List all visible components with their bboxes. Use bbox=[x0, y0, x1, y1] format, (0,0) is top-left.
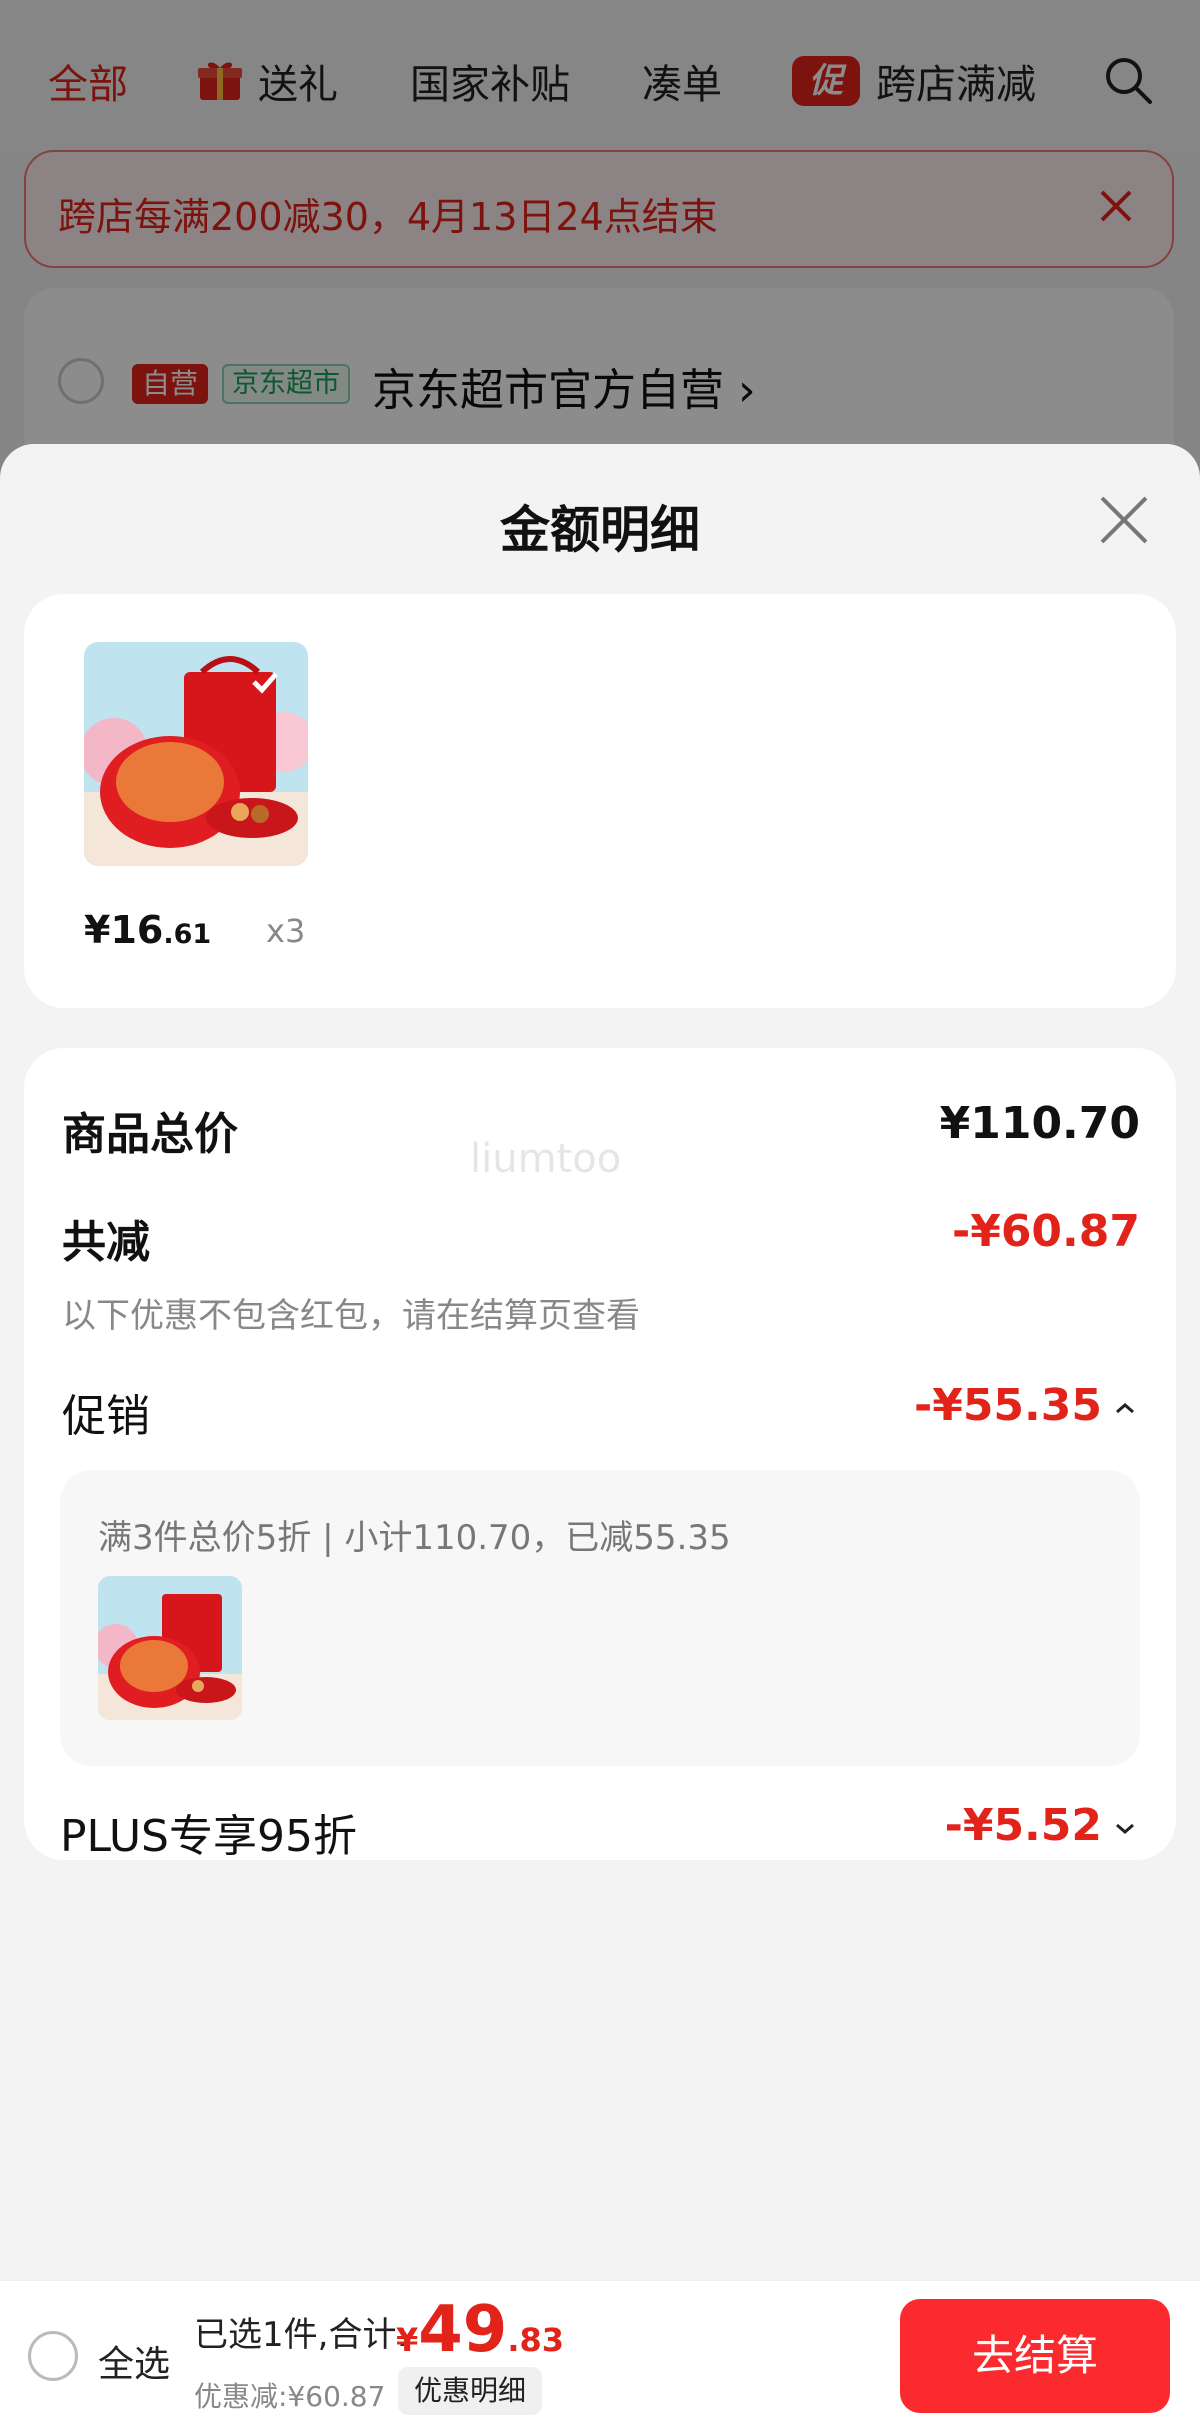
product-quantity: x3 bbox=[266, 912, 306, 950]
sheet-title: 金额明细 bbox=[500, 501, 700, 559]
red-packet-note: 以下优惠不包含红包，请在结算页查看 bbox=[62, 1296, 640, 1336]
discount-summary: 优惠减:¥60.87 bbox=[194, 2380, 386, 2413]
product-card: ¥16.61 x3 bbox=[24, 594, 1176, 1008]
total-price-value: ¥110.70 bbox=[939, 1098, 1140, 1149]
promotion-detail-text: 满3件总价5折 | 小计110.70，已减55.35 bbox=[98, 1518, 731, 1558]
total-reduced-label: 共减 bbox=[62, 1217, 150, 1268]
total-price-label: 商品总价 bbox=[62, 1109, 238, 1160]
promotion-product-image bbox=[98, 1576, 242, 1720]
product-image[interactable] bbox=[84, 642, 308, 866]
select-all-checkbox[interactable] bbox=[28, 2331, 78, 2381]
promotion-toggle[interactable]: -¥55.35 bbox=[914, 1380, 1136, 1431]
promotion-value: -¥55.35 bbox=[913, 1380, 1102, 1431]
checkout-bar: 全选 已选1件,合计: ¥49.83 优惠减:¥60.87 优惠明细 去结算 bbox=[0, 2280, 1200, 2431]
select-all-label[interactable]: 全选 bbox=[98, 2335, 170, 2387]
chevron-up-icon bbox=[1116, 1403, 1134, 1414]
promotion-detail-box: 满3件总价5折 | 小计110.70，已减55.35 bbox=[60, 1470, 1140, 1766]
discount-detail-button[interactable]: 优惠明细 bbox=[398, 2367, 543, 2415]
plus-discount-value: -¥5.52 bbox=[944, 1800, 1102, 1851]
amount-detail-sheet: 金额明细 ¥16.61 x3 商品总价 ¥110.70 共减 -¥60.87 以… bbox=[0, 444, 1200, 2280]
plus-discount-toggle[interactable]: -¥5.52 bbox=[945, 1800, 1136, 1851]
close-icon[interactable] bbox=[1098, 494, 1150, 546]
selected-count-text: 已选1件,合计: bbox=[194, 2315, 408, 2355]
chevron-down-icon bbox=[1116, 1823, 1134, 1834]
checkout-button[interactable]: 去结算 bbox=[900, 2299, 1170, 2413]
total-reduced-value: -¥60.87 bbox=[951, 1206, 1140, 1257]
plus-discount-label: PLUS专享95折 bbox=[60, 1811, 357, 1862]
watermark: liumtoo bbox=[470, 1136, 622, 1182]
order-total: ¥49.83 bbox=[396, 2293, 565, 2367]
promotion-label: 促销 bbox=[62, 1391, 150, 1442]
product-unit-price: ¥16.61 bbox=[84, 908, 212, 952]
